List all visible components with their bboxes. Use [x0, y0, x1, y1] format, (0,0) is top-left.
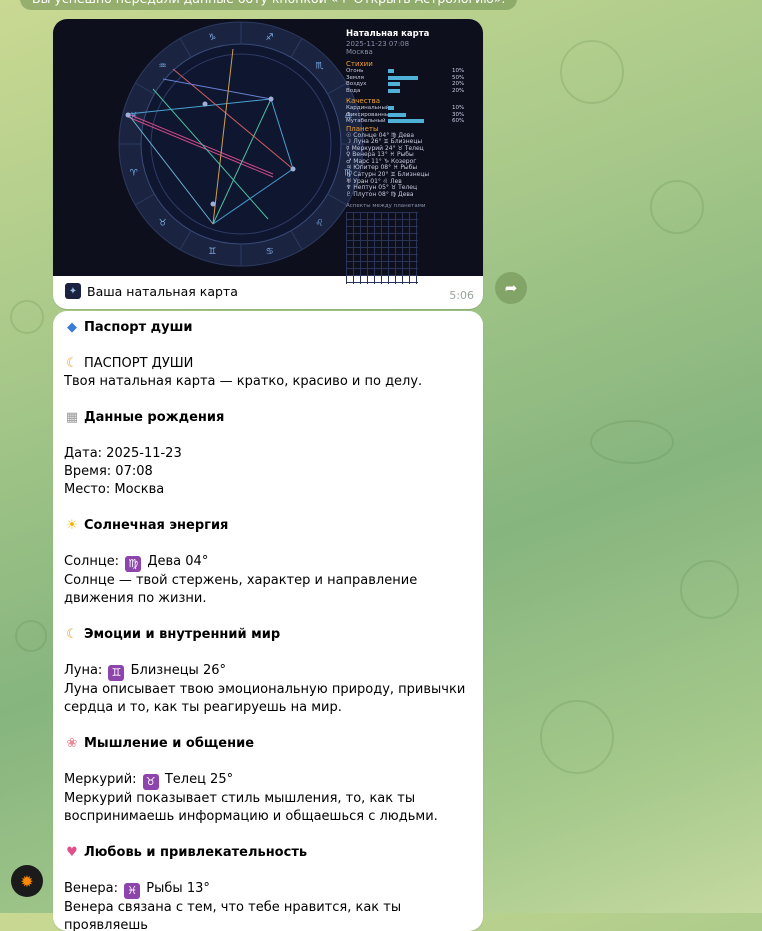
- background-doodle: [560, 40, 624, 104]
- stat-name: Вода: [346, 87, 361, 94]
- avatar[interactable]: ✹: [11, 865, 43, 897]
- intro-text: Твоя натальная карта — кратко, красиво и…: [64, 374, 423, 389]
- stat-value: 60%: [452, 118, 465, 125]
- wheel-sign-icon: ♊: [208, 247, 216, 257]
- sun-heading: ☀ Солнечная энергия: [64, 517, 472, 535]
- stat-value: 20%: [452, 87, 465, 94]
- wheel-sign-icon: ♑: [208, 33, 216, 43]
- background-doodle: [590, 420, 674, 464]
- stat-bar: [388, 112, 406, 117]
- caption-text: Ваша натальная карта: [87, 283, 238, 299]
- crescent-moon-icon: ☾: [66, 627, 78, 642]
- elements-list: Огонь 10% Земля 50% Воздух 20% Вода 20%: [346, 68, 476, 94]
- hearts-icon: ♥: [66, 845, 78, 860]
- planets-list: ☉ Солнце 04° ♍ Дева ☽ Луна 26° ♊ Близнецы…: [346, 132, 476, 199]
- birth-time: Время: 07:08: [64, 464, 153, 479]
- wheel-sign-icon: ♉: [158, 219, 166, 229]
- chart-image-city: Москва: [346, 48, 373, 56]
- chart-emoji-icon: ✦: [65, 283, 81, 299]
- birth-heading: ▦ Данные рождения: [65, 410, 225, 425]
- stat-bar: [388, 82, 400, 87]
- crescent-moon-icon: ☾: [66, 356, 78, 371]
- wheel-sign-icon: ♋: [266, 247, 274, 257]
- chart-image-datetime: 2025-11-23 07:08: [346, 40, 410, 48]
- sun-icon: ☀: [66, 518, 78, 533]
- forward-button[interactable]: ➦: [495, 272, 527, 304]
- qualities-list: Кардинальный10%Фиксированный30%Мутабельн…: [346, 105, 476, 125]
- mercury-text: Меркурий показывает стиль мышления, то, …: [64, 791, 438, 824]
- sun-text: Солнце — твой стержень, характер и напра…: [64, 573, 418, 606]
- brain-icon: ❀: [66, 736, 78, 751]
- stat-bar: [388, 106, 394, 111]
- photo-caption: ✦ Ваша натальная карта: [65, 283, 238, 299]
- background-doodle: [10, 300, 44, 334]
- sun-position: Солнце: ♍ Дева 04°: [64, 554, 209, 572]
- natal-chart-image[interactable]: ♈ ♉ ♊ ♋ ♌ ♍ ♎ ♏ ♐ ♑ ♒ ♓ Натальная карта …: [53, 19, 483, 285]
- virgo-icon: ♍: [125, 556, 142, 572]
- text-message[interactable]: ◆ Паспорт души ☾ ПАСПОРТ ДУШИ Твоя натальн…: [53, 311, 483, 931]
- stat-bar: [388, 75, 418, 80]
- mercury-position: Меркурий: ♉ Телец 25°: [64, 772, 234, 790]
- aspects-grid: [346, 212, 418, 285]
- service-notice: Вы успешно передали данные боту кнопкой …: [20, 0, 518, 10]
- gemini-icon: ♊: [108, 665, 125, 681]
- aspects-title: Аспекты между планетами: [346, 203, 426, 210]
- moon-position: Луна: ♊ Близнецы 26°: [64, 663, 226, 681]
- venus-heading: ♥ Любовь и привлекательность: [64, 844, 472, 862]
- stat-bar: [388, 88, 400, 93]
- stat-bar: [388, 119, 424, 124]
- title-line: ☾ ПАСПОРТ ДУШИ: [64, 355, 472, 373]
- message-time: 5:06: [449, 289, 474, 302]
- venus-position: Венера: ♓ Рыбы 13°: [64, 881, 210, 899]
- photo-message[interactable]: ♈ ♉ ♊ ♋ ♌ ♍ ♎ ♏ ♐ ♑ ♒ ♓ Натальная карта …: [53, 19, 483, 309]
- background-doodle: [680, 560, 739, 619]
- message-header: ◆ Паспорт души: [64, 319, 472, 337]
- sparkle-icon: ✹: [20, 871, 34, 891]
- taurus-icon: ♉: [142, 774, 159, 790]
- planet-row: ♇ Плутон 08° ♍ Дева: [346, 190, 414, 198]
- chart-image-title: Натальная карта: [346, 29, 430, 39]
- birth-place: Место: Москва: [64, 482, 165, 497]
- background-doodle: [650, 180, 704, 234]
- venus-text: Венера связана с тем, что тебе нравится,…: [64, 900, 402, 931]
- stat-bar: [388, 69, 394, 74]
- birth-date: Дата: 2025-11-23: [64, 446, 182, 461]
- wheel-sign-icon: ♌: [315, 219, 323, 229]
- wheel-sign-icon: ♒: [158, 62, 166, 72]
- pisces-icon: ♓: [124, 883, 141, 899]
- wheel-sign-icon: ♐: [266, 33, 274, 43]
- background-doodle: [540, 700, 614, 774]
- background-doodle: [15, 620, 47, 652]
- share-arrow-icon: ➦: [504, 279, 518, 297]
- blue-diamond-icon: ◆: [67, 320, 77, 335]
- moon-text: Луна описывает твою эмоциональную природ…: [64, 682, 466, 715]
- wheel-sign-icon: ♈: [130, 169, 139, 179]
- mercury-heading: ❀ Мышление и общение: [64, 735, 472, 753]
- calendar-icon: ▦: [65, 410, 79, 425]
- moon-heading: ☾ Эмоции и внутренний мир: [64, 626, 472, 644]
- stat-row: Вода 20%: [346, 88, 476, 95]
- wheel-sign-icon: ♏: [315, 62, 323, 72]
